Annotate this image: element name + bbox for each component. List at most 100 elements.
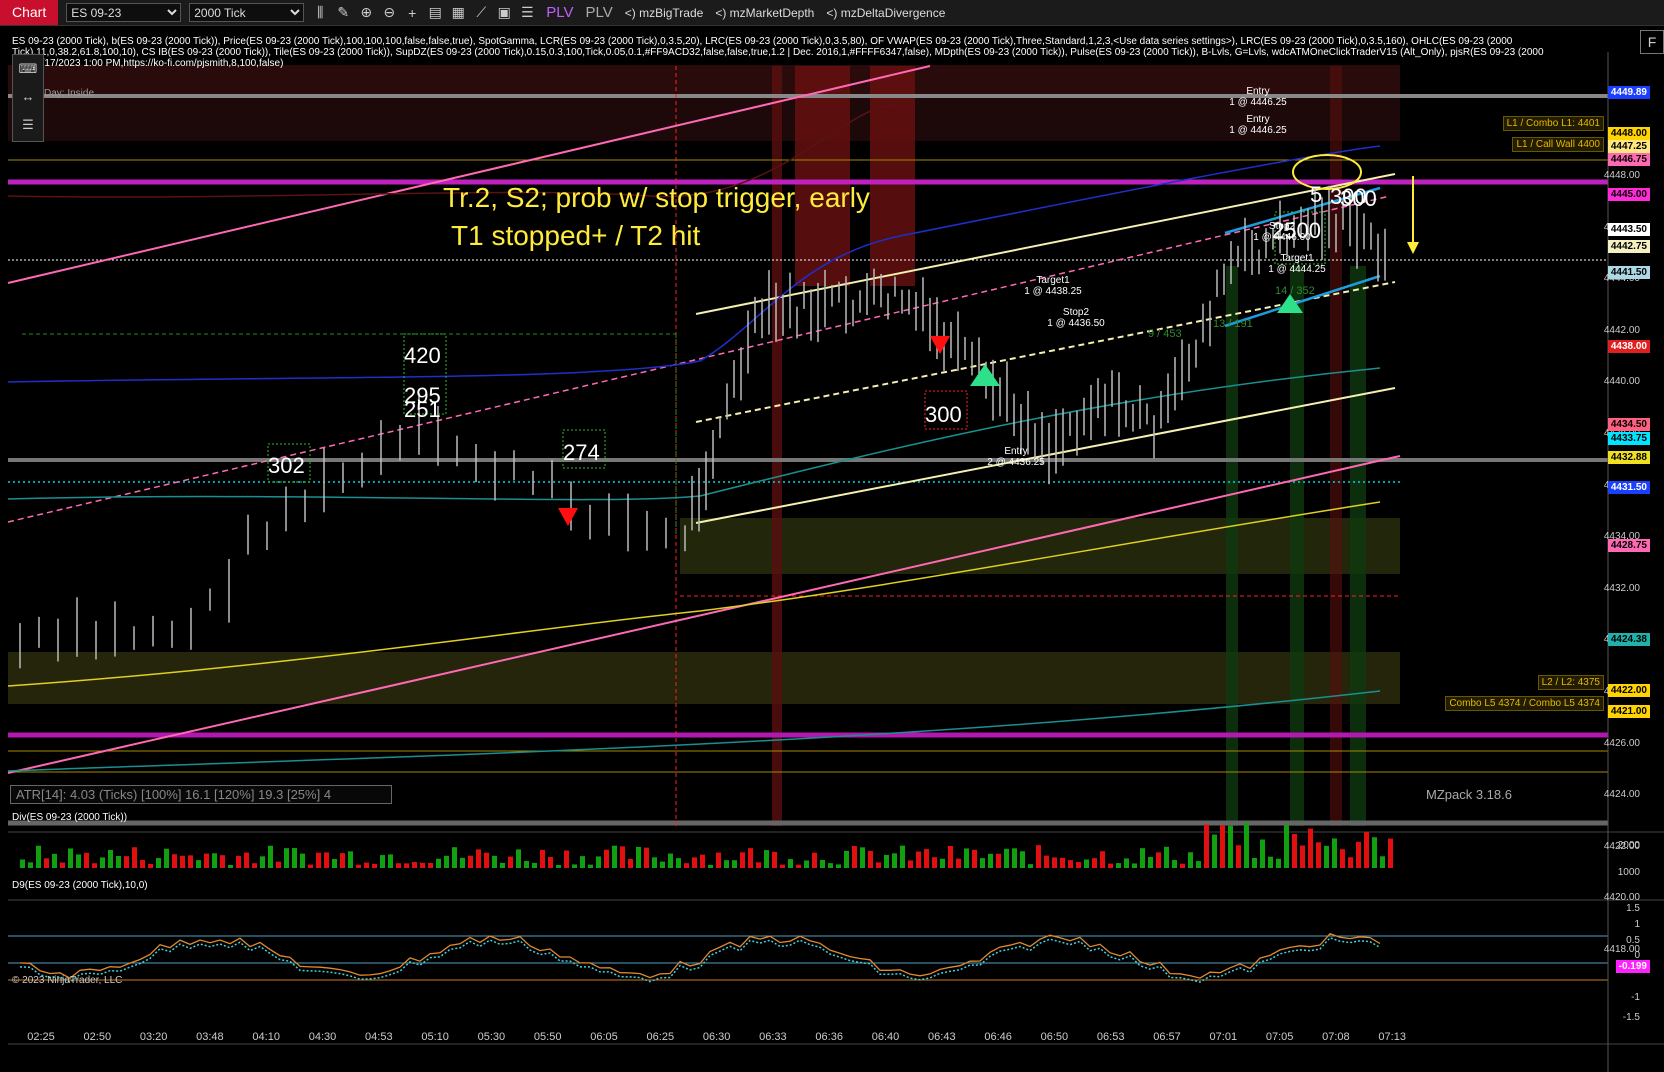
div-bar <box>796 864 801 868</box>
div-bar <box>836 864 841 868</box>
div-bar <box>316 852 321 868</box>
div-bar <box>628 858 633 868</box>
div-bar <box>660 861 665 868</box>
div-bar <box>1340 849 1345 868</box>
trade-stat: 14 / 352 <box>1275 285 1315 297</box>
div-bar <box>68 848 73 868</box>
div-bar <box>844 850 849 868</box>
strategies-icon[interactable]: ⟋ <box>474 4 488 21</box>
div-bar <box>1332 838 1337 868</box>
d9-panel-label: D9(ES 09-23 (2000 Tick),10,0) <box>12 880 148 891</box>
time-label: 06:53 <box>1096 1031 1125 1043</box>
bars-icon[interactable]: ⫼ <box>313 4 327 21</box>
div-bar <box>492 855 497 868</box>
mz-market-depth-button[interactable]: <) mzMarketDepth <box>715 6 814 20</box>
div-bar <box>36 845 41 868</box>
templates-icon[interactable]: ▣ <box>497 4 511 21</box>
div-bar <box>788 859 793 868</box>
div-bar <box>572 864 577 868</box>
div-bar <box>1116 863 1121 868</box>
div-bar <box>772 851 777 868</box>
div-bar <box>1132 863 1137 868</box>
div-bar <box>1388 838 1393 868</box>
trade-label: 1 @ 4436.50 <box>1047 318 1105 329</box>
price-axis-label: 4432.00 <box>1603 582 1640 594</box>
pencil-icon[interactable]: ✎ <box>336 4 350 21</box>
div-bar <box>1380 856 1385 868</box>
div-bar <box>1244 822 1249 868</box>
div-bar <box>524 860 529 868</box>
zoom-out-icon[interactable]: ⊖ <box>382 4 396 21</box>
div-bar <box>996 853 1001 868</box>
div-bar <box>1124 858 1129 868</box>
plv-button-2[interactable]: PLV <box>585 4 612 21</box>
div-bar <box>356 864 361 868</box>
div-bar <box>1172 860 1177 868</box>
chart-tab[interactable]: Chart <box>0 0 59 25</box>
crosshair-icon[interactable]: + <box>405 5 419 21</box>
div-bar <box>452 847 457 868</box>
price-marker: 4434.50 <box>1607 418 1650 431</box>
div-bar <box>380 855 385 868</box>
div-bar <box>1284 824 1289 868</box>
div-bar <box>516 849 521 868</box>
left-toolbox: ⌨ ↔ ☰ <box>12 54 44 142</box>
trade-label: Target1 <box>1036 275 1070 286</box>
div-bar <box>948 846 953 868</box>
volume-cluster-label: 274 <box>563 440 600 465</box>
trade-label: Entry <box>1246 114 1270 125</box>
instrument-select[interactable]: ES 09-23 <box>66 3 182 22</box>
zoom-in-icon[interactable]: ⊕ <box>359 4 373 21</box>
trade-label: 1 @ 4438.25 <box>1024 286 1082 297</box>
d9-axis-label: 1 <box>1634 919 1640 930</box>
div-bar <box>596 856 601 868</box>
arrows-icon[interactable]: ↔ <box>13 83 43 111</box>
div-bar <box>1228 825 1233 868</box>
trade-label: 1 @ 4446.25 <box>1229 125 1287 136</box>
div-bar <box>1036 845 1041 868</box>
div-bar <box>1164 846 1169 868</box>
div-bar <box>988 853 993 868</box>
corner-button[interactable]: F <box>1640 30 1664 54</box>
div-bar <box>84 852 89 868</box>
keyboard-icon[interactable]: ⌨ <box>13 55 43 83</box>
div-bar <box>20 859 25 868</box>
div-bar <box>980 858 985 868</box>
div-bar <box>460 857 465 868</box>
volume-cluster-label: 251 <box>404 397 441 422</box>
div-bar <box>60 862 65 868</box>
data-box-icon[interactable]: ▦ <box>451 4 465 21</box>
time-label: 05:30 <box>477 1031 506 1043</box>
div-bar <box>500 862 505 868</box>
div-bar <box>1092 858 1097 868</box>
hamburger-icon[interactable]: ☰ <box>13 111 43 139</box>
div-bar <box>108 849 113 868</box>
plv-button-1[interactable]: PLV <box>546 4 573 21</box>
interval-select[interactable]: 2000 Tick <box>189 3 305 22</box>
highlight-bar-green <box>1350 266 1366 826</box>
d9-signal <box>19 936 1381 984</box>
time-label: 05:10 <box>421 1031 449 1043</box>
d9-line <box>19 933 1381 979</box>
d9-axis-label: 1.5 <box>1626 903 1640 914</box>
time-label: 04:53 <box>365 1031 393 1043</box>
menu-icon[interactable]: ☰ <box>520 4 534 21</box>
div-bar <box>444 855 449 868</box>
mz-big-trade-button[interactable]: <) mzBigTrade <box>625 6 704 20</box>
price-marker: 4424.38 <box>1607 633 1650 646</box>
properties-icon[interactable]: ▤ <box>428 4 442 21</box>
div-bar <box>44 858 49 868</box>
price-axis-label: 4448.00 <box>1603 170 1640 181</box>
price-marker: 4447.25 <box>1607 140 1650 153</box>
div-bar <box>204 853 209 868</box>
mz-delta-divergence-button[interactable]: <) mzDeltaDivergence <box>826 6 945 20</box>
div-bar <box>924 849 929 868</box>
indicator-list: ES 09-23 (2000 Tick), b(ES 09-23 (2000 T… <box>12 36 1544 69</box>
div-bar <box>820 859 825 868</box>
time-label: 02:50 <box>83 1031 112 1043</box>
price-marker: 4428.75 <box>1607 539 1650 552</box>
div-bar <box>1268 856 1273 868</box>
div-bar <box>28 862 33 868</box>
div-bar <box>812 852 817 868</box>
div-bar <box>332 859 337 868</box>
